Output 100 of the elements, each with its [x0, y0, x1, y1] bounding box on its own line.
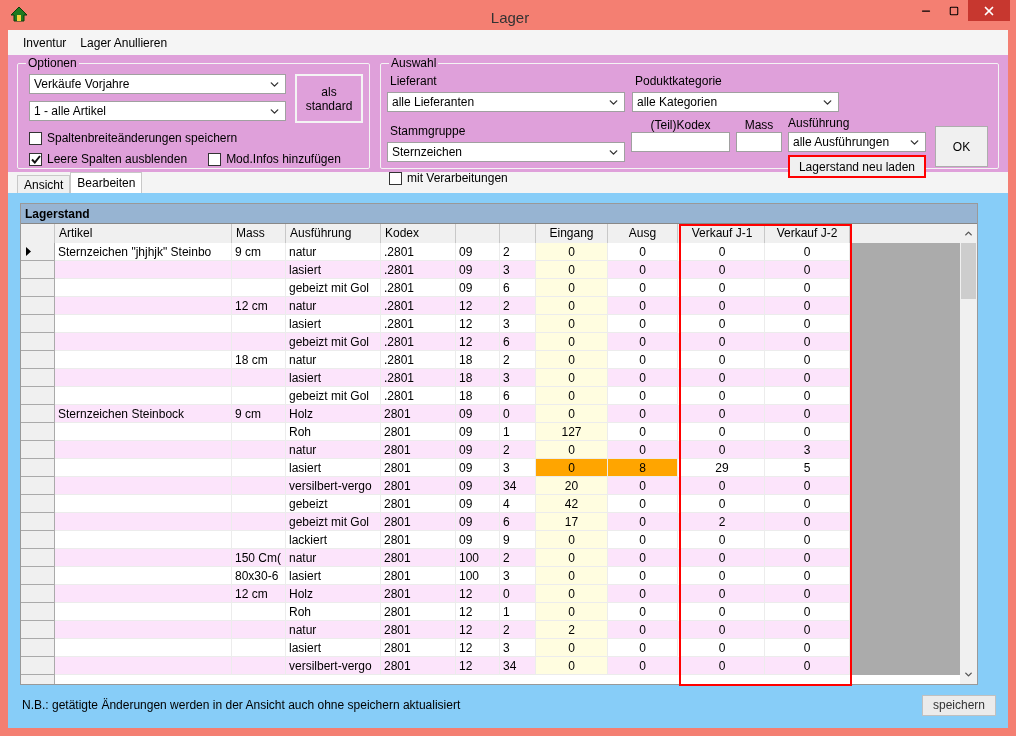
table-cell: 2801	[381, 459, 456, 477]
table-cell: 0	[536, 243, 608, 261]
maximize-icon	[949, 5, 959, 16]
table-cell: 12	[456, 297, 500, 315]
scroll-thumb[interactable]	[961, 243, 976, 299]
table-cell: lasiert	[286, 315, 381, 333]
table-cell: .2801	[381, 369, 456, 387]
table-cell: 0	[765, 567, 850, 585]
category-dropdown[interactable]: alle Kategorien	[632, 92, 839, 112]
table-cell: 127	[536, 423, 608, 441]
scrollbar[interactable]	[960, 224, 977, 684]
table-cell: 0	[608, 279, 678, 297]
tab[interactable]: Bearbeiten	[70, 172, 143, 193]
checkbox[interactable]	[29, 131, 42, 145]
table-cell: 0	[608, 315, 678, 333]
table-cell: 18	[456, 369, 500, 387]
code-input-field[interactable]	[631, 132, 730, 152]
table-cell: 2	[500, 549, 536, 567]
table-cell: 0	[765, 621, 850, 639]
row-header[interactable]	[21, 243, 55, 261]
table-cell: 0	[680, 387, 765, 405]
table-cell: lasiert	[286, 567, 381, 585]
supplier-dropdown[interactable]: alle Lieferanten	[387, 92, 625, 112]
table-cell: 0	[680, 405, 765, 423]
table-cell: 1	[500, 603, 536, 621]
window-title: Lager	[490, 8, 530, 28]
table-cell: 0	[765, 639, 850, 657]
checkbox[interactable]	[29, 152, 42, 166]
table-cell	[232, 513, 286, 531]
scroll-up-icon[interactable]	[963, 228, 974, 239]
table-cell: 0	[536, 603, 608, 621]
dropdown[interactable]: 1 - alle Artikel	[29, 101, 286, 121]
table-cell: 3	[500, 315, 536, 333]
table-cell: 0	[608, 585, 678, 603]
save-button[interactable]: speichern	[922, 694, 996, 716]
checkbox[interactable]	[208, 152, 222, 166]
table-cell	[232, 459, 286, 477]
table-cell: 0	[765, 297, 850, 315]
table-cell: 2	[536, 621, 608, 639]
menu-item[interactable]: Inventur	[16, 33, 74, 52]
table-cell	[232, 279, 286, 297]
table-cell: 0	[608, 297, 678, 315]
table-cell: .2801	[381, 279, 456, 297]
ok-button[interactable]: OK	[935, 126, 988, 167]
table-cell: 2	[500, 441, 536, 459]
table-cell: 09	[456, 243, 500, 261]
table-cell: 0	[608, 531, 678, 549]
table-cell: 09	[456, 495, 500, 513]
checkbox[interactable]	[389, 171, 402, 185]
table-cell	[232, 315, 286, 333]
checkmark-icon	[30, 154, 41, 164]
tab[interactable]: Ansicht	[17, 175, 71, 193]
table-cell: 29	[680, 459, 765, 477]
table-cell: 0	[536, 441, 608, 459]
table-cell: 0	[536, 531, 608, 549]
table-cell: 0	[680, 477, 765, 495]
dropdown[interactable]: Verkäufe Vorjahre	[29, 74, 286, 94]
table-cell: 18	[456, 351, 500, 369]
table-cell: 09	[456, 279, 500, 297]
table-cell	[232, 657, 286, 675]
table-cell: 0	[765, 369, 850, 387]
table-cell: 0	[536, 639, 608, 657]
table-cell: 0	[765, 243, 850, 261]
table-cell: 0	[680, 657, 765, 675]
table-cell: 8	[608, 459, 678, 477]
table-cell: 6	[500, 333, 536, 351]
table-cell: 0	[608, 495, 678, 513]
table-cell: 2801	[381, 513, 456, 531]
table-cell: 2	[500, 351, 536, 369]
table-cell: 0	[608, 639, 678, 657]
scroll-down-icon[interactable]	[963, 669, 974, 680]
default-button[interactable]: als standard	[295, 74, 363, 123]
size-input-field[interactable]	[736, 132, 782, 152]
group-dropdown[interactable]: Sternzeichen	[387, 142, 625, 162]
table-cell: 09	[456, 261, 500, 279]
table-cell: gebeizt mit Gol	[286, 513, 381, 531]
table-cell: 0	[608, 549, 678, 567]
close-button[interactable]	[968, 0, 1010, 21]
reload-button[interactable]: Lagerstand neu laden	[788, 155, 926, 178]
finish-dropdown[interactable]: alle Ausführungen	[788, 132, 926, 152]
table-cell: 0	[680, 441, 765, 459]
table-cell: 3	[765, 441, 850, 459]
table-cell: 6	[500, 279, 536, 297]
table-cell: 0	[608, 243, 678, 261]
table-cell: 0	[608, 477, 678, 495]
table-cell: 12	[456, 315, 500, 333]
table-cell: 09	[456, 513, 500, 531]
table-cell: 9 cm	[232, 405, 286, 423]
table-cell: 0	[680, 531, 765, 549]
group-title: Auswahl	[389, 56, 439, 70]
field-label: (Teil)Kodex	[650, 118, 711, 132]
table-cell: 0	[536, 279, 608, 297]
table-cell: 0	[765, 585, 850, 603]
table-title: Lagerstand	[21, 204, 977, 224]
table-cell: 0	[608, 351, 678, 369]
table-cell	[232, 531, 286, 549]
menu-item[interactable]: Lager Anullieren	[73, 33, 175, 52]
table-cell: 12	[456, 603, 500, 621]
table-cell: natur	[286, 351, 381, 369]
table-cell: .2801	[381, 387, 456, 405]
